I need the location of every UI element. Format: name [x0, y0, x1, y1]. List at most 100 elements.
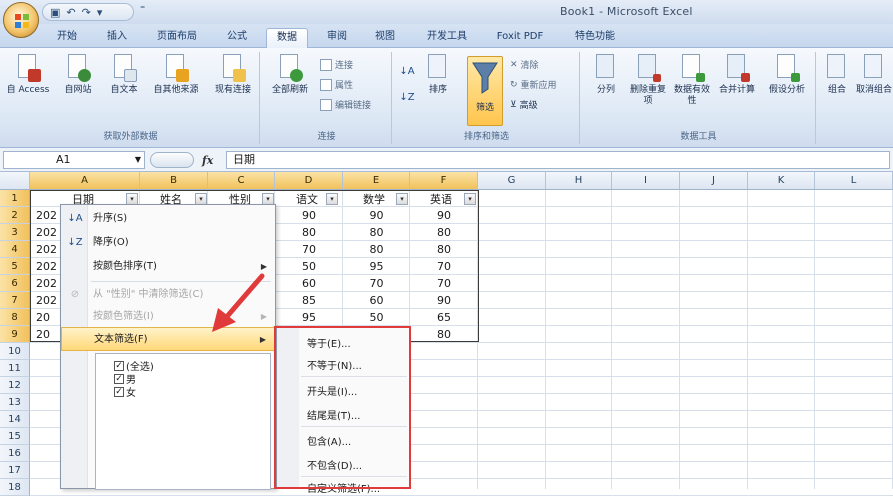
column-header-a[interactable]: A: [30, 172, 140, 190]
date-cell[interactable]: 202: [36, 292, 62, 309]
column-header-e[interactable]: E: [343, 172, 410, 190]
from-text-button[interactable]: 自文本: [104, 54, 144, 96]
existing-connections-button[interactable]: 现有连接: [210, 54, 256, 96]
column-header-g[interactable]: G: [478, 172, 546, 190]
row-header-9[interactable]: 9: [0, 326, 30, 343]
from-access-button[interactable]: 自 Access: [6, 54, 50, 96]
column-header-l[interactable]: L: [815, 172, 893, 190]
date-cell[interactable]: 202: [36, 275, 62, 292]
chinese-score-cell[interactable]: 80: [275, 224, 343, 241]
sort-descending-icon[interactable]: ↓Z: [398, 92, 416, 103]
header-chinese[interactable]: 语文: [296, 191, 318, 208]
properties-button[interactable]: 属性: [320, 78, 353, 91]
column-header-d[interactable]: D: [275, 172, 343, 190]
tab-foxit-pdf[interactable]: Foxit PDF: [490, 28, 550, 48]
remove-duplicates-button[interactable]: 删除重复项: [628, 54, 668, 107]
column-header-i[interactable]: I: [612, 172, 680, 190]
chinese-score-cell[interactable]: 50: [275, 258, 343, 275]
ungroup-button[interactable]: 取消组合: [856, 54, 892, 96]
math-score-cell[interactable]: 70: [343, 275, 410, 292]
qat-customize-icon[interactable]: ⁼: [140, 4, 145, 15]
formula-buttons[interactable]: [150, 152, 194, 168]
sort-ascending-icon[interactable]: ↓A: [398, 66, 416, 77]
tab-insert[interactable]: 插入: [100, 28, 134, 48]
submenu-item-contains[interactable]: 包含(A)...: [307, 433, 351, 448]
text-to-columns-button[interactable]: 分列: [588, 54, 624, 96]
reapply-button[interactable]: ↻ 重新应用: [510, 78, 557, 92]
name-box[interactable]: A1 ▼: [3, 151, 145, 169]
column-header-b[interactable]: B: [140, 172, 208, 190]
row-header-8[interactable]: 8: [0, 309, 30, 326]
math-score-cell[interactable]: 95: [343, 258, 410, 275]
chevron-down-icon[interactable]: ▾: [97, 6, 103, 19]
clear-filter-button[interactable]: ✕ 清除: [510, 58, 539, 72]
math-score-cell[interactable]: 60: [343, 292, 410, 309]
row-header-2[interactable]: 2: [0, 207, 30, 224]
column-header-c[interactable]: C: [208, 172, 275, 190]
advanced-filter-button[interactable]: ⊻ 高级: [510, 98, 538, 112]
chinese-score-cell[interactable]: 70: [275, 241, 343, 258]
english-score-cell[interactable]: 90: [410, 207, 478, 224]
row-header-17[interactable]: 17: [0, 462, 30, 479]
tab-view[interactable]: 视图: [368, 28, 402, 48]
sort-button[interactable]: 排序: [420, 54, 456, 96]
formula-input[interactable]: 日期: [226, 151, 890, 169]
date-cell[interactable]: 20: [36, 309, 62, 326]
english-score-cell[interactable]: 80: [410, 241, 478, 258]
math-score-cell[interactable]: 50: [343, 309, 410, 326]
row-header-15[interactable]: 15: [0, 428, 30, 445]
row-header-4[interactable]: 4: [0, 241, 30, 258]
select-all-corner[interactable]: [0, 172, 30, 190]
tab-special[interactable]: 特色功能: [566, 28, 624, 48]
date-cell[interactable]: 202: [36, 224, 62, 241]
tab-review[interactable]: 审阅: [320, 28, 354, 48]
office-button[interactable]: [3, 2, 39, 38]
row-header-16[interactable]: 16: [0, 445, 30, 462]
tab-developer[interactable]: 开发工具: [418, 28, 476, 48]
row-header-10[interactable]: 10: [0, 343, 30, 360]
filter-dropdown-chinese[interactable]: ▾: [326, 193, 338, 205]
date-cell[interactable]: 202: [36, 207, 62, 224]
row-header-6[interactable]: 6: [0, 275, 30, 292]
chinese-score-cell[interactable]: 90: [275, 207, 343, 224]
tab-formulas[interactable]: 公式: [220, 28, 254, 48]
row-header-11[interactable]: 11: [0, 360, 30, 377]
redo-icon[interactable]: ↷: [82, 6, 91, 19]
row-header-12[interactable]: 12: [0, 377, 30, 394]
english-score-cell[interactable]: 90: [410, 292, 478, 309]
insert-function-icon[interactable]: fx: [202, 154, 213, 167]
submenu-item-custom-filter[interactable]: 自定义筛选(F)...: [307, 480, 380, 495]
consolidate-button[interactable]: 合并计算: [714, 54, 760, 96]
save-icon[interactable]: ▣: [50, 6, 60, 19]
header-english[interactable]: 英语: [430, 191, 452, 208]
column-header-j[interactable]: J: [680, 172, 748, 190]
row-header-14[interactable]: 14: [0, 411, 30, 428]
undo-icon[interactable]: ↶: [66, 6, 75, 19]
header-math[interactable]: 数学: [363, 191, 385, 208]
chinese-score-cell[interactable]: 95: [275, 309, 343, 326]
chinese-score-cell[interactable]: 60: [275, 275, 343, 292]
tab-page-layout[interactable]: 页面布局: [148, 28, 206, 48]
submenu-item-equals[interactable]: 等于(E)...: [307, 335, 351, 350]
column-header-f[interactable]: F: [410, 172, 478, 190]
math-score-cell[interactable]: 90: [343, 207, 410, 224]
english-score-cell[interactable]: 70: [410, 275, 478, 292]
menu-item-sort-descending[interactable]: ↓Z 降序(O): [61, 231, 275, 255]
row-header-13[interactable]: 13: [0, 394, 30, 411]
checkbox-female[interactable]: ✓ 女: [114, 384, 136, 399]
math-score-cell[interactable]: 80: [343, 241, 410, 258]
edit-links-button[interactable]: 编辑链接: [320, 98, 371, 111]
filter-dropdown-english[interactable]: ▾: [464, 193, 476, 205]
tab-data[interactable]: 数据: [266, 28, 308, 48]
date-cell[interactable]: 20: [36, 326, 62, 343]
row-header-7[interactable]: 7: [0, 292, 30, 309]
submenu-item-not-equal[interactable]: 不等于(N)...: [307, 357, 362, 372]
chinese-score-cell[interactable]: 85: [275, 292, 343, 309]
submenu-item-ends-with[interactable]: 结尾是(T)...: [307, 407, 360, 422]
submenu-item-begins-with[interactable]: 开头是(I)...: [307, 383, 357, 398]
column-header-h[interactable]: H: [546, 172, 612, 190]
connections-button[interactable]: 连接: [320, 58, 353, 71]
from-other-sources-button[interactable]: 自其他来源: [148, 54, 204, 96]
english-score-cell[interactable]: 65: [410, 309, 478, 326]
date-cell[interactable]: 202: [36, 258, 62, 275]
